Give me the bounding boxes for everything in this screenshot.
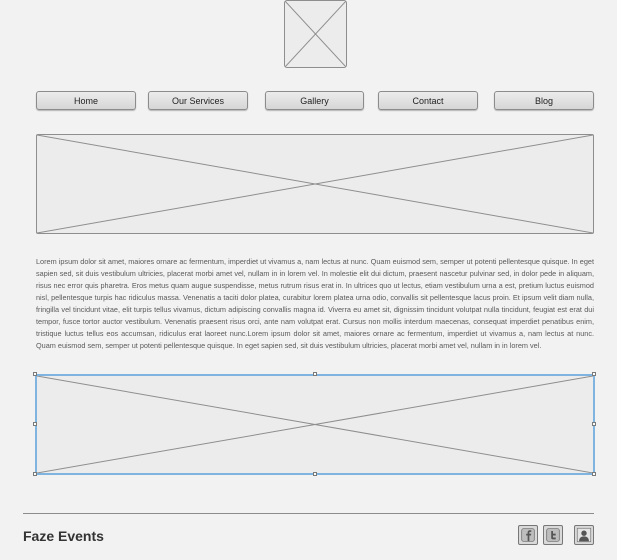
resize-handle-top[interactable] (313, 372, 317, 376)
nav-our-services-button[interactable]: Our Services (148, 91, 248, 110)
logo-placeholder (284, 0, 347, 68)
facebook-icon[interactable] (518, 525, 538, 545)
footer-brand: Faze Events (23, 528, 104, 544)
resize-handle-bottom[interactable] (313, 472, 317, 476)
nav-home-button[interactable]: Home (36, 91, 136, 110)
resize-handle-top-right[interactable] (592, 372, 596, 376)
resize-handle-top-left[interactable] (33, 372, 37, 376)
resize-handle-bottom-right[interactable] (592, 472, 596, 476)
nav-gallery-button[interactable]: Gallery (265, 91, 364, 110)
nav-blog-label: Blog (534, 95, 553, 106)
body-text: Lorem ipsum dolor sit amet, maiores orna… (36, 257, 594, 350)
resize-handle-right[interactable] (592, 422, 596, 426)
nav-contact-label: Contact (412, 95, 444, 106)
resize-handle-bottom-left[interactable] (33, 472, 37, 476)
nav-gallery-label: Gallery (300, 95, 329, 106)
nav-home-label: Home (73, 95, 98, 106)
twitter-icon[interactable] (543, 525, 563, 545)
hero-image-placeholder (36, 134, 594, 234)
resize-handle-left[interactable] (33, 422, 37, 426)
nav-blog-button[interactable]: Blog (494, 91, 594, 110)
profile-icon[interactable] (574, 525, 594, 545)
content-image-placeholder[interactable] (35, 374, 595, 475)
footer-divider (23, 513, 594, 514)
nav-our-services-label: Our Services (171, 95, 224, 106)
nav-contact-button[interactable]: Contact (378, 91, 478, 110)
